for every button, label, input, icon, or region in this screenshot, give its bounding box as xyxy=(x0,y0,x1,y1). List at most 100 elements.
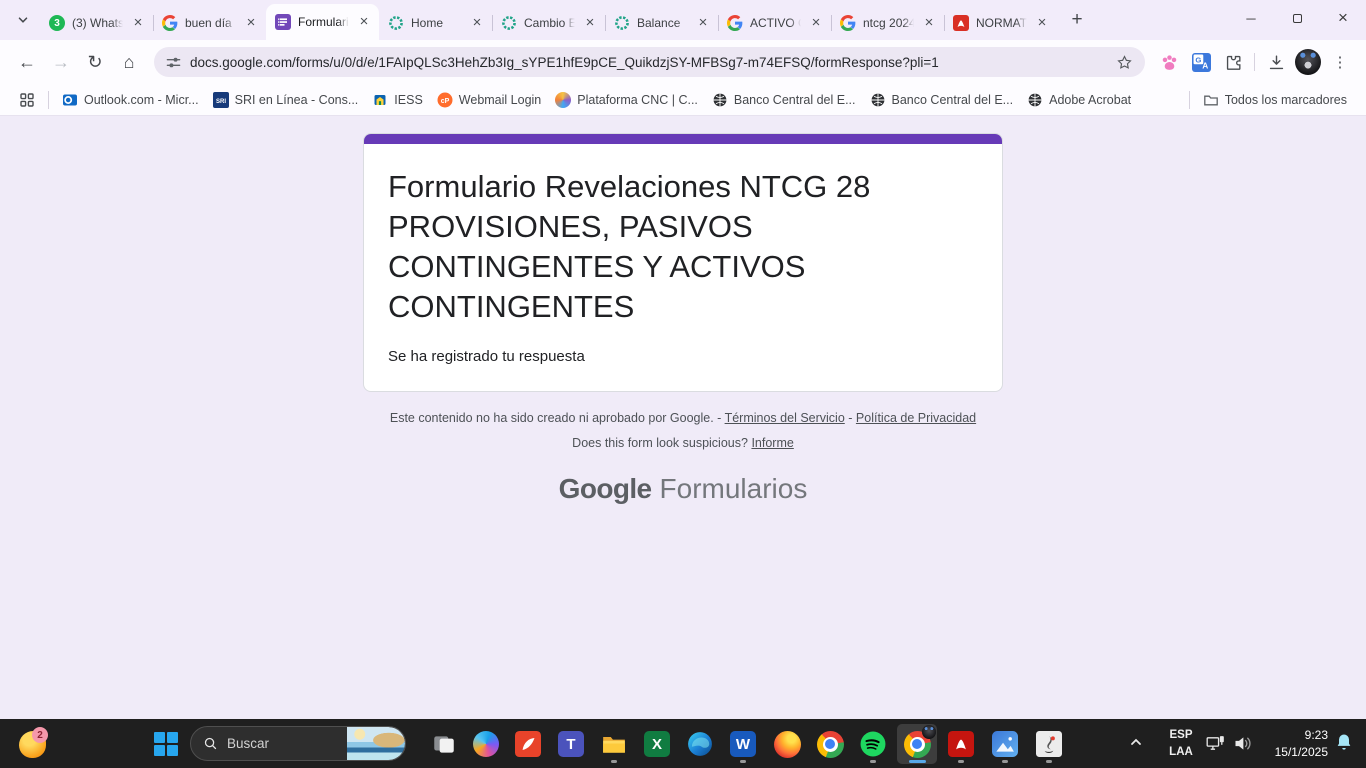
taskbar-search[interactable]: Buscar xyxy=(190,726,406,761)
edge-icon[interactable] xyxy=(680,724,720,764)
chrome-active-icon[interactable] xyxy=(897,724,937,764)
pink-extension-icon[interactable] xyxy=(1153,46,1185,78)
profile-avatar[interactable] xyxy=(1292,46,1324,78)
tab-normativa[interactable]: NORMATI × xyxy=(944,6,1057,40)
tab-close-icon[interactable]: × xyxy=(582,15,598,31)
volume-icon[interactable] xyxy=(1232,733,1253,754)
search-icon xyxy=(203,736,218,751)
tray-chevron-up-icon[interactable] xyxy=(1128,734,1150,754)
all-bookmarks-button[interactable]: Todos los marcadores xyxy=(1196,89,1354,111)
bookmark-cnc[interactable]: Plataforma CNC | C... xyxy=(548,89,705,111)
whatsapp-favicon: 3 xyxy=(49,15,65,31)
restore-button[interactable] xyxy=(1274,0,1320,36)
privacy-link[interactable]: Política de Privacidad xyxy=(856,411,976,425)
form-title: Formulario Revelaciones NTCG 28 PROVISIO… xyxy=(388,167,978,327)
tab-close-icon[interactable]: × xyxy=(808,15,824,31)
tray-time: 9:23 xyxy=(1258,727,1328,744)
tab-close-icon[interactable]: × xyxy=(130,15,146,31)
start-button[interactable] xyxy=(146,724,186,764)
extensions-puzzle-icon[interactable] xyxy=(1217,46,1249,78)
teal-gear-favicon xyxy=(501,15,517,31)
task-view-icon[interactable] xyxy=(424,724,464,764)
outlook-icon xyxy=(62,92,78,108)
pdf-editor-icon[interactable] xyxy=(508,724,548,764)
tab-search-chevron-icon[interactable] xyxy=(8,5,38,35)
tab-formulario-active[interactable]: Formulari × xyxy=(266,4,379,40)
tab-balance[interactable]: Balance × xyxy=(605,6,718,40)
tab-close-icon[interactable]: × xyxy=(356,14,372,30)
tab-home[interactable]: Home × xyxy=(379,6,492,40)
tab-strip: 3 (3) Whats × buen día × Formulari × Hom… xyxy=(0,0,1366,40)
chrome-icon[interactable] xyxy=(810,724,850,764)
tab-buen-dia[interactable]: buen día × xyxy=(153,6,266,40)
copilot-icon[interactable] xyxy=(466,724,506,764)
bookmark-sri[interactable]: SRI SRI en Línea - Cons... xyxy=(206,89,366,111)
tab-label: Cambio Ej xyxy=(524,16,575,30)
tab-label: buen día xyxy=(185,16,236,30)
network-icon[interactable] xyxy=(1205,733,1226,754)
minimize-button[interactable]: ─ xyxy=(1228,0,1274,36)
java-app-icon[interactable] xyxy=(1029,724,1069,764)
reload-button[interactable]: ↻ xyxy=(78,45,112,79)
tab-label: Balance xyxy=(637,16,688,30)
tab-label: ACTIVO C xyxy=(750,16,801,30)
iess-icon xyxy=(372,92,388,108)
bookmark-star-icon[interactable] xyxy=(1116,54,1133,71)
windows-logo-icon xyxy=(154,732,178,756)
browser-toolbar: ← → ↻ ⌂ docs.google.com/forms/u/0/d/e/1F… xyxy=(0,40,1366,84)
bookmark-adobe-acrobat[interactable]: Adobe Acrobat xyxy=(1020,89,1138,111)
tab-close-icon[interactable]: × xyxy=(243,15,259,31)
tray-clock[interactable]: 9:23 15/1/2025 xyxy=(1258,727,1328,761)
teams-icon[interactable]: T xyxy=(551,724,591,764)
notification-bell-icon[interactable] xyxy=(1334,732,1354,754)
downloads-icon[interactable] xyxy=(1260,46,1292,78)
spotify-icon[interactable] xyxy=(853,724,893,764)
taskbar: 2 Buscar T X W ESP LAA xyxy=(0,719,1366,768)
tab-label: (3) Whats xyxy=(72,16,123,30)
tab-close-icon[interactable]: × xyxy=(921,15,937,31)
widgets-weather-icon[interactable]: 2 xyxy=(12,724,52,764)
teal-gear-favicon xyxy=(614,15,630,31)
cpanel-icon: cP xyxy=(437,92,453,108)
google-forms-favicon xyxy=(275,14,291,30)
site-info-icon[interactable] xyxy=(166,55,181,70)
tab-close-icon[interactable]: × xyxy=(695,15,711,31)
tab-close-icon[interactable]: × xyxy=(1034,15,1050,31)
tab-activo[interactable]: ACTIVO C × xyxy=(718,6,831,40)
tab-ntcg[interactable]: ntcg 2024 × xyxy=(831,6,944,40)
back-button[interactable]: ← xyxy=(10,45,44,79)
close-window-button[interactable]: × xyxy=(1320,0,1366,36)
address-bar[interactable]: docs.google.com/forms/u/0/d/e/1FAIpQLSc3… xyxy=(154,47,1145,77)
language-indicator[interactable]: ESP LAA xyxy=(1164,727,1198,760)
excel-icon[interactable]: X xyxy=(637,724,677,764)
widgets-badge: 2 xyxy=(32,727,48,743)
apps-grid-icon[interactable] xyxy=(12,89,42,111)
svg-text:SRI: SRI xyxy=(216,98,226,104)
teal-gear-favicon xyxy=(388,15,404,31)
browser-menu-icon[interactable]: ⋮ xyxy=(1324,46,1356,78)
word-icon[interactable]: W xyxy=(723,724,763,764)
new-tab-button[interactable]: + xyxy=(1062,5,1092,35)
bookmark-iess[interactable]: IESS xyxy=(365,89,430,111)
translate-icon[interactable]: GA xyxy=(1185,46,1217,78)
bookmark-webmail[interactable]: cP Webmail Login xyxy=(430,89,548,111)
file-explorer-icon[interactable] xyxy=(594,724,634,764)
bookmark-banco-central-2[interactable]: Banco Central del E... xyxy=(863,89,1021,111)
firefox-icon[interactable] xyxy=(767,724,807,764)
bookmark-outlook[interactable]: Outlook.com - Micr... xyxy=(55,89,206,111)
bookmark-banco-central-1[interactable]: Banco Central del E... xyxy=(705,89,863,111)
terms-link[interactable]: Términos del Servicio xyxy=(725,411,845,425)
home-button[interactable]: ⌂ xyxy=(112,45,146,79)
tab-whatsapp[interactable]: 3 (3) Whats × xyxy=(40,6,153,40)
photos-icon[interactable] xyxy=(985,724,1025,764)
forward-button[interactable]: → xyxy=(44,45,78,79)
search-daily-image[interactable] xyxy=(347,727,405,760)
report-link[interactable]: Informe xyxy=(751,436,793,450)
url-text[interactable]: docs.google.com/forms/u/0/d/e/1FAIpQLSc3… xyxy=(190,55,1107,70)
tab-cambio[interactable]: Cambio Ej × xyxy=(492,6,605,40)
form-disclaimer: Este contenido no ha sido creado ni apro… xyxy=(363,411,1003,425)
globe-icon xyxy=(712,92,728,108)
tab-close-icon[interactable]: × xyxy=(469,15,485,31)
acrobat-icon[interactable] xyxy=(941,724,981,764)
tab-label: NORMATI xyxy=(976,16,1027,30)
